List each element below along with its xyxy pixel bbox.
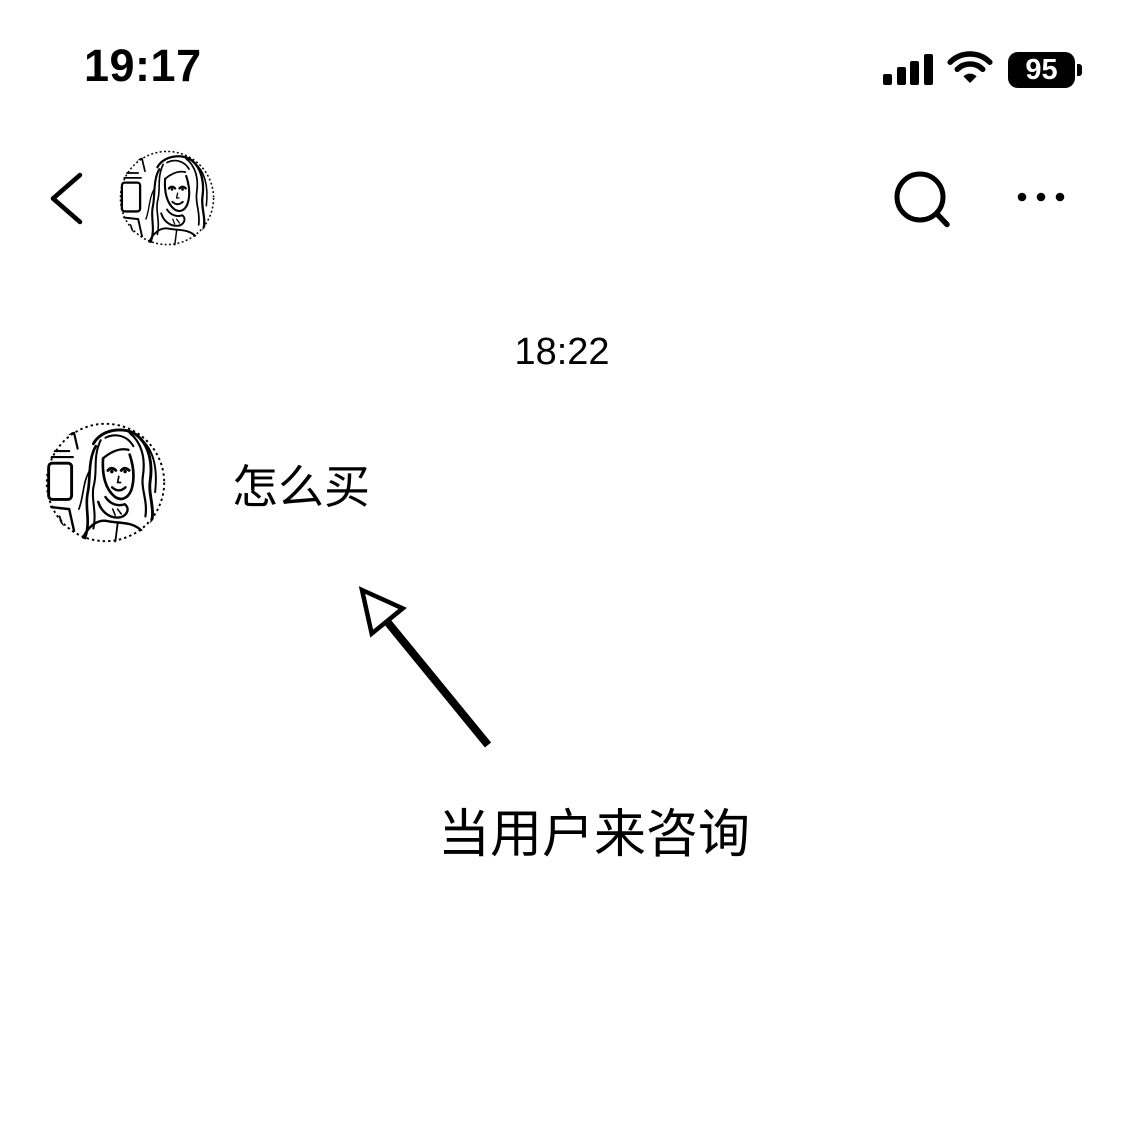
arrow-up-left-icon: [358, 586, 492, 748]
annotation-caption: 当用户来咨询: [438, 805, 751, 865]
arrow-shaft: [381, 616, 492, 748]
status-time: 19:17: [84, 40, 202, 91]
battery-level: 95: [1008, 52, 1075, 88]
message-timestamp: 18:22: [514, 331, 610, 373]
signal-bar: [896, 67, 906, 85]
message-text: 怎么买: [232, 460, 370, 514]
battery-nub: [1077, 64, 1082, 76]
signal-bar: [923, 54, 933, 85]
annotation-arrow: [340, 570, 510, 760]
sender-avatar[interactable]: [45, 422, 166, 543]
back-button[interactable]: [40, 166, 92, 232]
chevron-left-icon: [50, 172, 83, 225]
more-button[interactable]: [1010, 180, 1072, 216]
message-bubble[interactable]: 怎么买: [196, 428, 406, 546]
signal-bar: [883, 74, 892, 85]
signal-strength-icon: [883, 54, 933, 85]
search-button[interactable]: [888, 166, 954, 232]
avatar-image: [119, 150, 215, 246]
avatar-image: [45, 422, 166, 543]
more-dots-icon: [1017, 192, 1065, 202]
wifi-icon: [946, 51, 994, 85]
signal-bar: [910, 60, 919, 85]
search-icon: [894, 171, 950, 228]
contact-avatar[interactable]: [119, 150, 215, 246]
battery-icon: 95: [1008, 52, 1082, 88]
